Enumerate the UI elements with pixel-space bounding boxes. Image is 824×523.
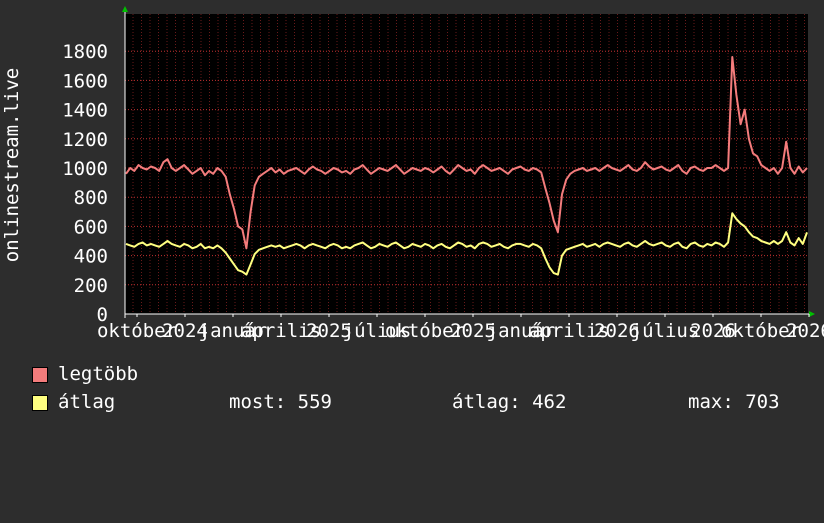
y-tick-label: 600 (74, 216, 108, 238)
y-axis-label: onlinestream.live (1, 68, 23, 262)
plot-area (125, 14, 808, 314)
x-tick-label: 2026 (786, 320, 824, 342)
stat-max: max: 703 (688, 391, 780, 413)
x-axis-arrow (809, 311, 815, 317)
legend-label-atlag: átlag (58, 391, 116, 413)
y-tick-label: 800 (74, 187, 108, 209)
legend-swatch-legtobb (32, 367, 48, 383)
y-tick-label: 400 (74, 246, 108, 268)
y-axis-arrow (122, 6, 128, 12)
y-tick-label: 1600 (62, 70, 108, 92)
grid-lines (125, 14, 808, 314)
y-tick-label: 1200 (62, 129, 108, 151)
y-tick-label: 200 (74, 275, 108, 297)
legend-item-atlag: átlag most: 559 átlag: 462 max: 703 (32, 391, 812, 413)
stat-atlag: átlag: 462 (452, 391, 566, 413)
y-tick-label: 1000 (62, 158, 108, 180)
legend-item-legtobb: legtöbb (32, 363, 138, 385)
stat-max-value: 703 (745, 391, 780, 413)
legend-label-legtobb: legtöbb (58, 363, 139, 385)
stat-atlag-label: átlag: (452, 391, 521, 413)
stat-most-label: most: (229, 391, 287, 413)
y-tick-label: 1400 (62, 100, 108, 122)
stat-most: most: 559 (229, 391, 332, 413)
stat-most-value: 559 (297, 391, 332, 413)
stat-atlag-value: 462 (532, 391, 567, 413)
x-tick-label: július (631, 320, 700, 342)
legend-swatch-atlag (32, 395, 48, 411)
y-tick-label: 1800 (62, 41, 108, 63)
stat-max-label: max: (688, 391, 734, 413)
